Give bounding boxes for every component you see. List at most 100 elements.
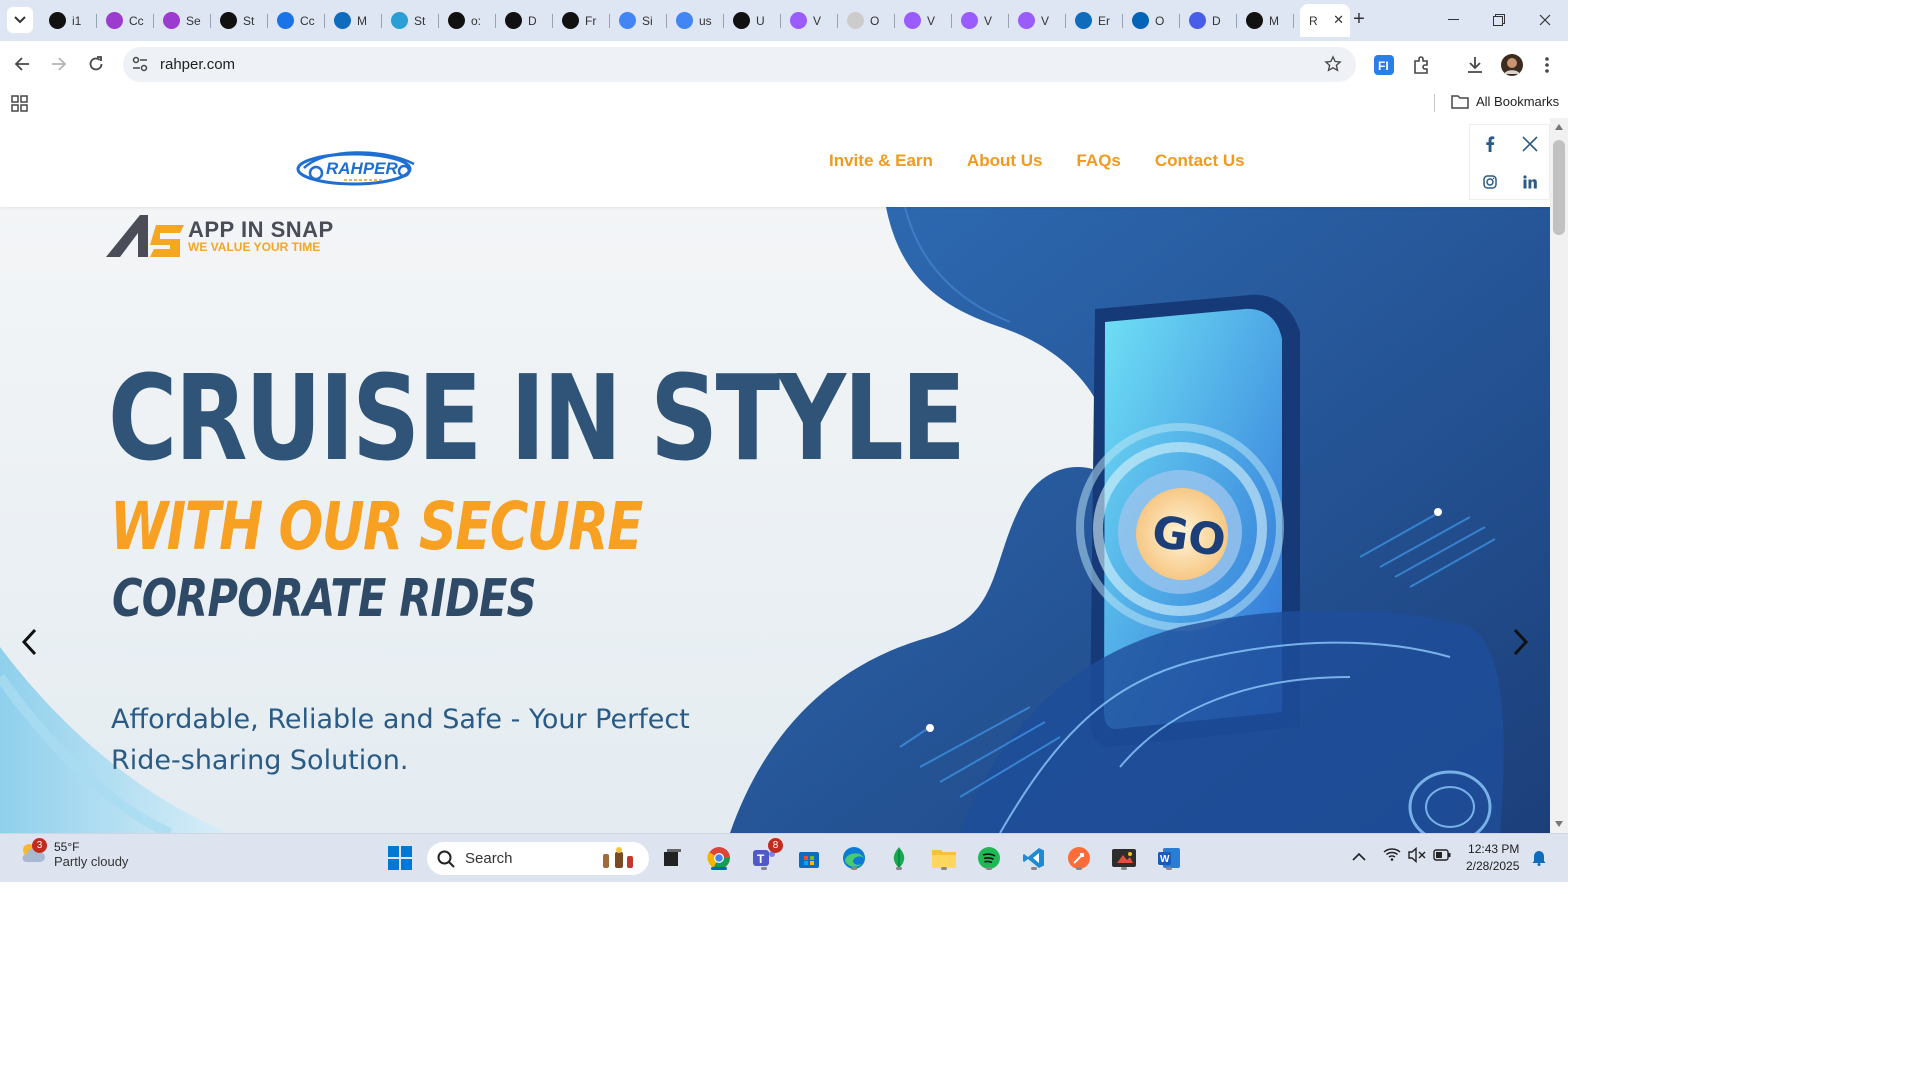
site-header: RAHPER Invite & Earn About Us FAQs Conta… <box>0 118 1550 207</box>
more-vertical-icon <box>1545 57 1549 73</box>
volume-muted-icon <box>1408 846 1426 864</box>
taskbar-mongodb[interactable] <box>884 843 914 873</box>
bookmark-star-icon[interactable] <box>1324 55 1342 73</box>
browser-tab[interactable]: i1 <box>40 4 97 37</box>
network-status[interactable] <box>1383 847 1401 866</box>
extensions-button[interactable] <box>1410 53 1434 77</box>
system-clock[interactable]: 12:43 PM 2/28/2025 <box>1466 841 1519 875</box>
svg-text:W: W <box>1160 854 1170 865</box>
close-window-button[interactable] <box>1522 0 1568 40</box>
facebook-link[interactable] <box>1470 125 1510 163</box>
wave-icon <box>391 12 408 29</box>
carousel-next-button[interactable] <box>1506 627 1536 657</box>
linkedin-link[interactable] <box>1510 163 1550 201</box>
tab-title: D <box>528 13 537 28</box>
onedrive-icon <box>1132 12 1149 29</box>
clock-date: 2/28/2025 <box>1466 859 1520 873</box>
taskbar-file-explorer[interactable] <box>929 843 959 873</box>
taskbar-word[interactable]: W <box>1154 843 1184 873</box>
page-scrollbar[interactable] <box>1550 118 1568 833</box>
browser-tab[interactable]: St <box>211 4 268 37</box>
browser-tab[interactable]: M <box>1237 4 1294 37</box>
nav-invite-earn[interactable]: Invite & Earn <box>829 151 933 171</box>
task-view-button[interactable] <box>657 843 687 873</box>
weather-widget[interactable]: 3 55°F Partly cloudy <box>18 838 128 869</box>
taskbar-spotify[interactable] <box>974 843 1004 873</box>
chevron-up-icon <box>1352 852 1366 861</box>
volume-status[interactable] <box>1408 846 1426 868</box>
reload-button[interactable] <box>83 51 109 77</box>
show-hidden-icons-button[interactable] <box>1352 849 1366 867</box>
site-settings-icon[interactable] <box>131 55 149 73</box>
address-bar[interactable]: rahper.com <box>123 47 1356 82</box>
close-icon <box>1539 14 1551 26</box>
taskbar-postman[interactable] <box>1064 843 1094 873</box>
browser-tab[interactable]: D <box>1180 4 1237 37</box>
apps-grid-icon[interactable] <box>11 95 28 112</box>
start-button[interactable] <box>385 843 415 873</box>
browser-tab[interactable]: V <box>781 4 838 37</box>
running-indicator <box>941 867 947 870</box>
browser-tab[interactable]: Er <box>1066 4 1123 37</box>
browser-tab-active[interactable]: R ✕ <box>1300 4 1350 37</box>
window-controls <box>1430 0 1568 40</box>
close-tab-icon[interactable]: ✕ <box>1333 12 1344 28</box>
browser-tab[interactable]: us <box>667 4 724 37</box>
rahper-logo[interactable]: RAHPER <box>294 146 428 188</box>
browser-tab[interactable]: U <box>724 4 781 37</box>
nav-faqs[interactable]: FAQs <box>1076 151 1120 171</box>
restore-button[interactable] <box>1476 0 1522 40</box>
carousel-prev-button[interactable] <box>14 627 44 657</box>
extension-fi-button[interactable]: FI <box>1372 53 1396 77</box>
browser-tab[interactable]: O <box>838 4 895 37</box>
taskbar-store[interactable] <box>794 843 824 873</box>
taskbar-teams[interactable]: T 8 <box>749 838 783 873</box>
taskbar-vscode[interactable] <box>1019 843 1049 873</box>
browser-tab[interactable]: o: <box>439 4 496 37</box>
battery-status[interactable] <box>1433 848 1451 866</box>
taskbar-chrome[interactable] <box>704 843 734 873</box>
threads-icon <box>733 12 750 29</box>
browser-tab[interactable]: Cc <box>268 4 325 37</box>
taskbar-search[interactable]: Search <box>427 842 649 875</box>
scroll-up-icon[interactable] <box>1555 124 1563 130</box>
nav-about-us[interactable]: About Us <box>967 151 1043 171</box>
x-link[interactable] <box>1510 125 1550 163</box>
forward-button[interactable] <box>46 51 72 77</box>
browser-tab[interactable]: Fr <box>553 4 610 37</box>
scroll-down-icon[interactable] <box>1555 821 1563 827</box>
browser-tab[interactable]: Si <box>610 4 667 37</box>
profile-button[interactable] <box>1500 53 1524 77</box>
battery-icon <box>1433 849 1451 861</box>
tab-title: V <box>1041 13 1050 28</box>
ais-mark-icon <box>106 215 184 257</box>
downloads-button[interactable] <box>1463 53 1487 77</box>
browser-tab[interactable]: Cc <box>97 4 154 37</box>
all-bookmarks-button[interactable]: All Bookmarks <box>1451 94 1559 109</box>
tab-search-button[interactable] <box>7 7 33 33</box>
tab-title: Fr <box>585 13 597 28</box>
browser-tab[interactable]: V <box>1009 4 1066 37</box>
back-button[interactable] <box>9 51 35 77</box>
minimize-button[interactable] <box>1430 0 1476 40</box>
taskbar-snipping-tool[interactable] <box>1109 843 1139 873</box>
nav-contact-us[interactable]: Contact Us <box>1155 151 1245 171</box>
minimize-icon <box>1447 19 1459 20</box>
chrome-menu-button[interactable] <box>1535 53 1559 77</box>
browser-tab[interactable]: O <box>1123 4 1180 37</box>
new-tab-button[interactable]: + <box>1348 8 1370 30</box>
blank-icon <box>847 12 864 29</box>
browser-tab[interactable]: M <box>325 4 382 37</box>
browser-tab[interactable]: V <box>895 4 952 37</box>
browser-tab[interactable]: V <box>952 4 1009 37</box>
browser-tab[interactable]: Se <box>154 4 211 37</box>
browser-tab[interactable]: St <box>382 4 439 37</box>
browser-tab[interactable]: D <box>496 4 553 37</box>
instagram-link[interactable] <box>1470 163 1510 201</box>
hero-headline-secondary: WITH OUR SECURE <box>110 488 643 565</box>
social-links <box>1469 124 1550 200</box>
url-text[interactable]: rahper.com <box>160 56 235 73</box>
taskbar-edge[interactable] <box>839 843 869 873</box>
notifications-button[interactable] <box>1531 848 1547 871</box>
scroll-thumb[interactable] <box>1553 140 1565 235</box>
